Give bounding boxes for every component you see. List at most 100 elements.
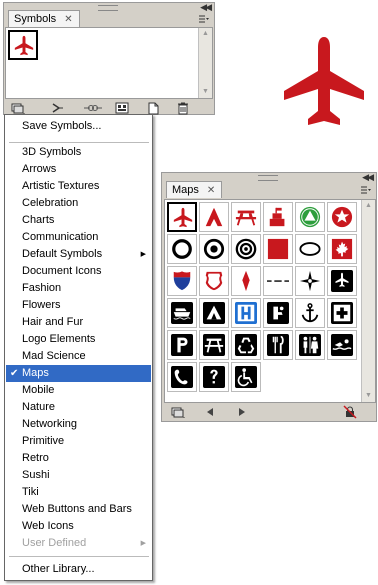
symbol-double-ring[interactable] [231, 234, 261, 264]
menu-item-other-library[interactable]: Other Library... [6, 561, 151, 578]
target-dot-icon [203, 238, 225, 260]
red-marker-icon [242, 270, 250, 292]
symbol-libraries-menu-icon[interactable] [10, 101, 26, 115]
panel-menu-icon[interactable] [360, 186, 372, 196]
place-symbol-instance-icon[interactable] [50, 101, 66, 115]
symbol-airplane[interactable] [167, 202, 197, 232]
menu-item-save-symbols[interactable]: Save Symbols... [6, 118, 151, 135]
scrollbar[interactable]: ▲ ▼ [361, 200, 375, 402]
symbol-tent[interactable] [199, 202, 229, 232]
symbol-marina-anchor[interactable] [295, 298, 325, 328]
symbol-airplane[interactable] [8, 30, 38, 60]
delete-symbol-icon[interactable] [175, 101, 191, 115]
menu-item-hair-and-fur[interactable]: Hair and Fur [6, 314, 151, 331]
tab-maps-label: Maps [172, 184, 199, 196]
menu-separator [9, 142, 149, 143]
maps-panel-titlebar[interactable]: ◀◀ [162, 172, 376, 182]
menu-item-retro[interactable]: Retro [6, 450, 151, 467]
symbol-hospital[interactable] [231, 298, 261, 328]
menu-item-web-buttons-and-bars[interactable]: Web Buttons and Bars [6, 501, 151, 518]
symbol-drinking-water[interactable] [263, 298, 293, 328]
symbol-target-dot[interactable] [199, 234, 229, 264]
symbol-swimming[interactable] [327, 330, 357, 360]
airplane-red-icon [173, 207, 193, 228]
menu-item-label: 3D Symbols [22, 146, 82, 158]
menu-item-3d-symbols[interactable]: 3D Symbols [6, 144, 151, 161]
menu-item-celebration[interactable]: Celebration [6, 195, 151, 212]
menu-item-communication[interactable]: Communication [6, 229, 151, 246]
symbol-telephone[interactable] [167, 362, 197, 392]
panel-menu-icon[interactable] [198, 15, 210, 25]
symbol-interstate-shield[interactable] [167, 266, 197, 296]
menu-item-networking[interactable]: Networking [6, 416, 151, 433]
menu-item-default-symbols[interactable]: Default Symbols ▶ [6, 246, 151, 263]
symbol-ellipse[interactable] [295, 234, 325, 264]
next-library-icon[interactable] [234, 405, 250, 419]
maps-symbols-area: ▲ ▼ [164, 199, 376, 403]
symbol-us-route-shield[interactable] [199, 266, 229, 296]
symbol-red-marker[interactable] [231, 266, 261, 296]
menu-item-mobile[interactable]: Mobile [6, 382, 151, 399]
menu-item-nature[interactable]: Nature [6, 399, 151, 416]
symbol-star-circle[interactable] [327, 202, 357, 232]
symbol-options-icon[interactable] [114, 101, 130, 115]
menu-separator [9, 556, 149, 557]
menu-item-maps[interactable]: ✔ Maps [6, 365, 151, 382]
close-icon[interactable]: ✕ [64, 14, 72, 25]
symbol-compass[interactable] [295, 266, 325, 296]
symbol-camp-flag[interactable] [263, 202, 293, 232]
menu-item-label: Arrows [22, 163, 57, 175]
symbol-dashed-line[interactable] [263, 266, 293, 296]
menu-item-label: Logo Elements [22, 333, 96, 345]
symbol-ring[interactable] [167, 234, 197, 264]
menu-item-arrows[interactable]: Arrows [6, 161, 151, 178]
parking-icon [171, 334, 193, 356]
menu-item-logo-elements[interactable]: Logo Elements [6, 331, 151, 348]
menu-item-label: Celebration [22, 197, 79, 209]
scroll-up-icon[interactable]: ▲ [199, 28, 212, 40]
symbol-camping[interactable] [199, 298, 229, 328]
tab-maps[interactable]: Maps ✕ [166, 181, 223, 198]
symbol-maple-leaf[interactable] [327, 234, 357, 264]
scroll-up-icon[interactable]: ▲ [362, 200, 375, 212]
close-icon[interactable]: ✕ [207, 185, 215, 196]
symbol-triangle-circle[interactable] [295, 202, 325, 232]
double-ring-icon [235, 238, 257, 260]
symbol-restaurant[interactable] [263, 330, 293, 360]
menu-item-web-icons[interactable]: Web Icons [6, 518, 151, 535]
symbol-red-square[interactable] [263, 234, 293, 264]
menu-item-label: Other Library... [22, 563, 95, 575]
symbol-accessible[interactable] [231, 362, 261, 392]
maps-panel: ◀◀ Maps ✕ ▲ ▼ [161, 172, 377, 422]
menu-item-flowers[interactable]: Flowers [6, 297, 151, 314]
menu-item-artistic-textures[interactable]: Artistic Textures [6, 178, 151, 195]
menu-item-primitive[interactable]: Primitive [6, 433, 151, 450]
previous-library-icon[interactable] [202, 405, 218, 419]
locked-icon[interactable] [342, 405, 358, 419]
scrollbar[interactable]: ▲ ▼ [198, 28, 212, 98]
symbol-restrooms[interactable] [295, 330, 325, 360]
menu-item-charts[interactable]: Charts [6, 212, 151, 229]
break-link-icon[interactable] [82, 101, 104, 115]
tab-symbols[interactable]: Symbols ✕ [8, 10, 80, 27]
compass-icon [299, 270, 321, 292]
menu-item-tiki[interactable]: Tiki [6, 484, 151, 501]
symbol-information[interactable] [199, 362, 229, 392]
symbol-picnic-table[interactable] [231, 202, 261, 232]
symbol-parking[interactable] [167, 330, 197, 360]
new-symbol-icon[interactable] [145, 101, 161, 115]
scroll-down-icon[interactable]: ▼ [362, 390, 375, 402]
menu-item-document-icons[interactable]: Document Icons [6, 263, 151, 280]
symbol-first-aid[interactable] [327, 298, 357, 328]
symbol-libraries-menu-icon[interactable] [170, 405, 186, 419]
symbol-airport[interactable] [327, 266, 357, 296]
menu-item-fashion[interactable]: Fashion [6, 280, 151, 297]
scroll-down-icon[interactable]: ▼ [199, 86, 212, 98]
symbol-ferry[interactable] [167, 298, 197, 328]
symbol-recycling[interactable] [231, 330, 261, 360]
symbol-picnic[interactable] [199, 330, 229, 360]
maple-leaf-icon [331, 238, 353, 260]
menu-item-mad-science[interactable]: Mad Science [6, 348, 151, 365]
menu-item-sushi[interactable]: Sushi [6, 467, 151, 484]
camp-flag-red-icon [269, 207, 285, 227]
